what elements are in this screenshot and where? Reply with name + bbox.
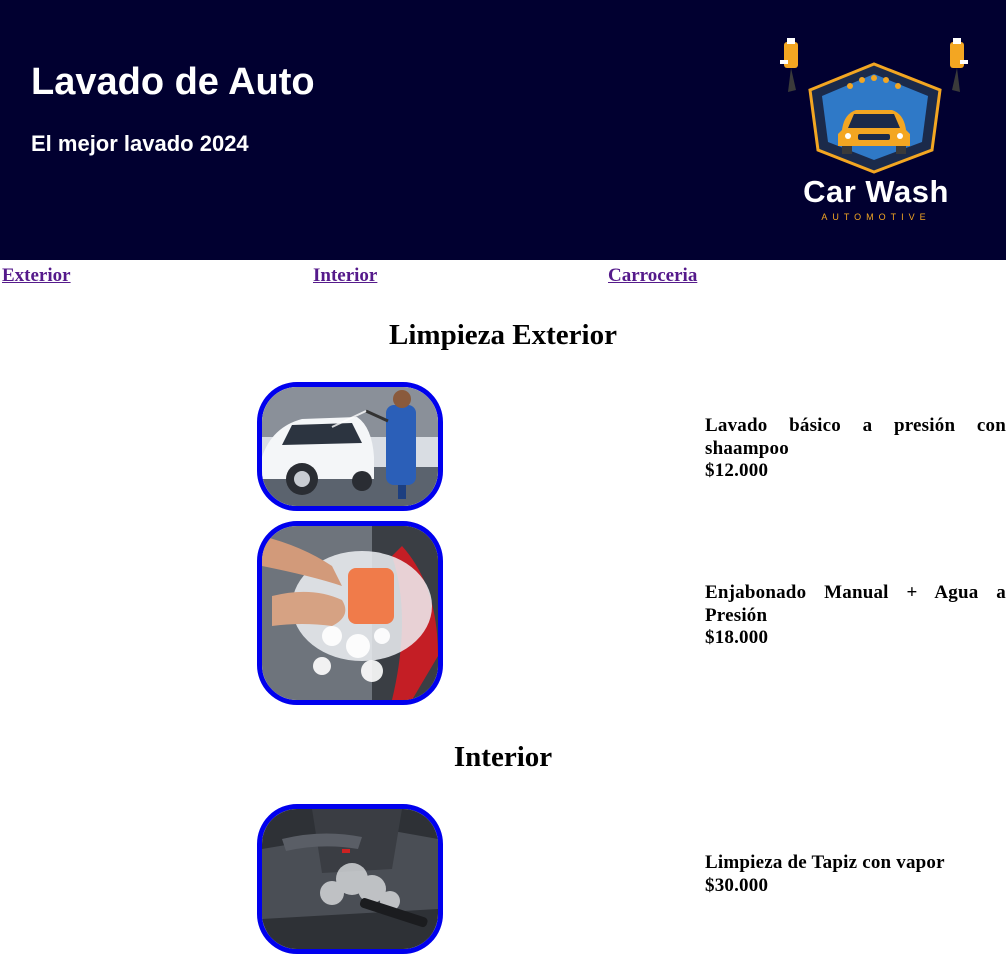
car-emblem-icon xyxy=(780,38,968,174)
hand-sponge-soap-photo xyxy=(257,521,443,705)
header-banner: Lavado de Auto El mejor lavado 2024 Car … xyxy=(0,0,1006,260)
logo-name: Car Wash xyxy=(803,174,949,209)
spray-gun-left-icon xyxy=(780,38,798,92)
service-name: Lavado básico a presión con shaampoo xyxy=(705,415,1006,459)
logo-tagline: AUTOMOTIVE xyxy=(821,212,931,222)
car-pressure-wash-photo xyxy=(257,382,443,511)
service-price: $18.000 xyxy=(705,627,769,648)
car-wash-logo: Car Wash AUTOMOTIVE xyxy=(770,30,990,230)
spray-gun-right-icon xyxy=(950,38,968,92)
section-title-exterior: Limpieza Exterior xyxy=(389,319,617,351)
service-price: $30.000 xyxy=(705,874,769,896)
section-title-interior: Interior xyxy=(453,741,553,773)
nav-link-carroceria[interactable]: Carroceria xyxy=(608,265,697,287)
page-subtitle: El mejor lavado 2024 xyxy=(31,131,249,156)
page-title: Lavado de Auto xyxy=(31,61,315,103)
service-name: Enjabonado Manual + Agua a Presión xyxy=(705,582,1006,626)
service-name: Limpieza de Tapiz con vapor xyxy=(705,852,945,873)
service-item: Lavado básico a presión con shaampoo $12… xyxy=(705,415,1006,483)
seat-steam-cleaning-photo xyxy=(257,804,443,954)
service-item: Limpieza de Tapiz con vapor $30.000 xyxy=(705,852,1006,897)
nav-link-exterior[interactable]: Exterior xyxy=(2,265,71,287)
nav-link-interior[interactable]: Interior xyxy=(313,265,377,287)
service-price: $12.000 xyxy=(705,460,769,481)
service-item: Enjabonado Manual + Agua a Presión $18.0… xyxy=(705,582,1006,650)
